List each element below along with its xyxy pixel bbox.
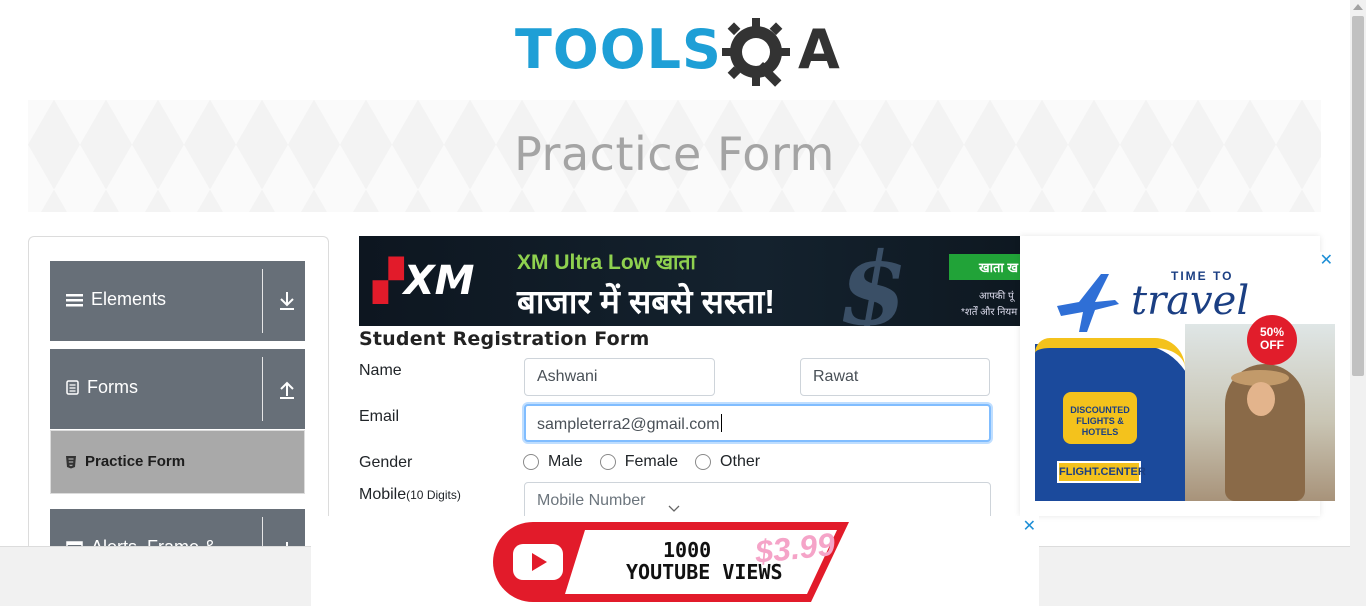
mobile-label-text: Mobile xyxy=(359,486,407,503)
ad-banner-youtube[interactable]: 1000 YOUTUBE VIEWS $3.99 ✕ xyxy=(311,516,1039,606)
deal-badge: DISCOUNTED FLIGHTS & HOTELS xyxy=(1063,392,1137,444)
page-banner: Practice Form xyxy=(28,100,1321,212)
page-title: Practice Form xyxy=(514,127,835,181)
radio-button[interactable] xyxy=(523,454,539,470)
travel-ad-creative: TIME TO travel 50% OFF DISCOUNTED FLIGHT… xyxy=(1035,252,1335,501)
radio-label: Other xyxy=(720,453,761,470)
divider xyxy=(262,357,263,421)
sidebar-group-label: Elements xyxy=(91,289,167,309)
xm-logo: ▞XM xyxy=(373,258,475,304)
ad-headline: XM Ultra Low खाता xyxy=(517,251,696,274)
ad-banner-xm[interactable]: ▞XM $ XM Ultra Low खाता बाजार में सबसे स… xyxy=(359,236,1020,326)
decor-band xyxy=(1035,338,1185,368)
radio-button[interactable] xyxy=(599,454,616,470)
dollar-icon: $ xyxy=(828,236,919,326)
gender-male-option[interactable]: Male xyxy=(523,453,583,471)
email-value: sampleterra2@gmail.com xyxy=(537,416,720,433)
gender-female-option[interactable]: Female xyxy=(599,453,679,471)
sidebar-group-elements-label-wrap: Elements xyxy=(66,289,166,310)
close-icon[interactable]: ✕ xyxy=(1023,516,1036,536)
gender-radio-group: Male Female Other xyxy=(523,453,777,471)
page-scrollbar[interactable] xyxy=(1350,0,1366,606)
mobile-hint: (10 Digits) xyxy=(406,488,461,502)
name-label: Name xyxy=(359,362,402,379)
document-icon xyxy=(66,380,79,395)
youtube-ad-creative: 1000 YOUTUBE VIEWS $3.99 xyxy=(493,520,853,604)
chevron-down-icon xyxy=(668,505,680,512)
gender-label: Gender xyxy=(359,454,413,471)
sidebar-item-label: Practice Form xyxy=(85,453,186,470)
ad-views-count: 1000 xyxy=(663,538,712,562)
sidebar-group-forms-label-wrap: Forms xyxy=(66,377,138,398)
divider xyxy=(262,269,263,333)
xm-brand: XM xyxy=(403,258,475,304)
radio-label: Male xyxy=(548,453,583,470)
upload-arrow-icon xyxy=(280,381,294,399)
sidebar-group-label: Forms xyxy=(87,377,138,397)
gender-other-option[interactable]: Other xyxy=(695,453,760,471)
email-label: Email xyxy=(359,408,400,425)
download-arrow-icon xyxy=(280,292,294,310)
first-name-input[interactable]: Ashwani xyxy=(524,358,715,396)
sidebar-item-label-wrap: Practice Form xyxy=(65,453,185,470)
airplane-icon xyxy=(1057,274,1119,332)
ad-cta-button[interactable]: खाता ख xyxy=(949,254,1020,280)
html5-shield-icon xyxy=(66,455,76,468)
ad-fine-print: *शर्तें और नियम xyxy=(961,307,1018,318)
sidebar-group-elements[interactable]: Elements xyxy=(50,261,305,341)
form-title: Student Registration Form xyxy=(359,328,650,350)
logo-text-a: A xyxy=(798,18,840,81)
mobile-placeholder: Mobile Number xyxy=(537,492,646,509)
ad-banner-travel[interactable]: TIME TO travel 50% OFF DISCOUNTED FLIGHT… xyxy=(1020,236,1335,516)
ad-subheadline: बाजार में सबसे सस्ता! xyxy=(517,283,776,320)
page: TOOLS A Practice Form Elements Forms Pra… xyxy=(0,0,1366,606)
mobile-label: Mobile(10 Digits) xyxy=(359,486,461,504)
discount-badge: 50% OFF xyxy=(1247,315,1297,365)
last-name-input[interactable]: Rawat xyxy=(800,358,990,396)
logo-text-tools: TOOLS xyxy=(515,18,722,81)
hamburger-icon xyxy=(66,293,83,306)
ad-fine-print: आपकी पूं xyxy=(979,291,1014,302)
scroll-thumb[interactable] xyxy=(1352,16,1364,376)
scroll-up-icon[interactable] xyxy=(1353,4,1363,10)
text-caret xyxy=(720,414,722,432)
toolsqa-logo[interactable]: TOOLS A xyxy=(515,16,840,91)
face-shape xyxy=(1247,382,1275,416)
email-input[interactable]: sampleterra2@gmail.com xyxy=(524,404,991,442)
radio-label: Female xyxy=(624,453,679,470)
sidebar-group-forms[interactable]: Forms xyxy=(50,349,305,429)
sidebar-item-practice-form[interactable]: Practice Form xyxy=(50,430,305,494)
ad-travel-title: travel xyxy=(1131,278,1250,324)
gear-magnifier-icon xyxy=(722,18,790,87)
close-icon[interactable]: ✕ xyxy=(1320,250,1333,270)
radio-button[interactable] xyxy=(695,454,712,470)
flight-center-logo: FLIGHT.CENTER xyxy=(1057,461,1146,483)
